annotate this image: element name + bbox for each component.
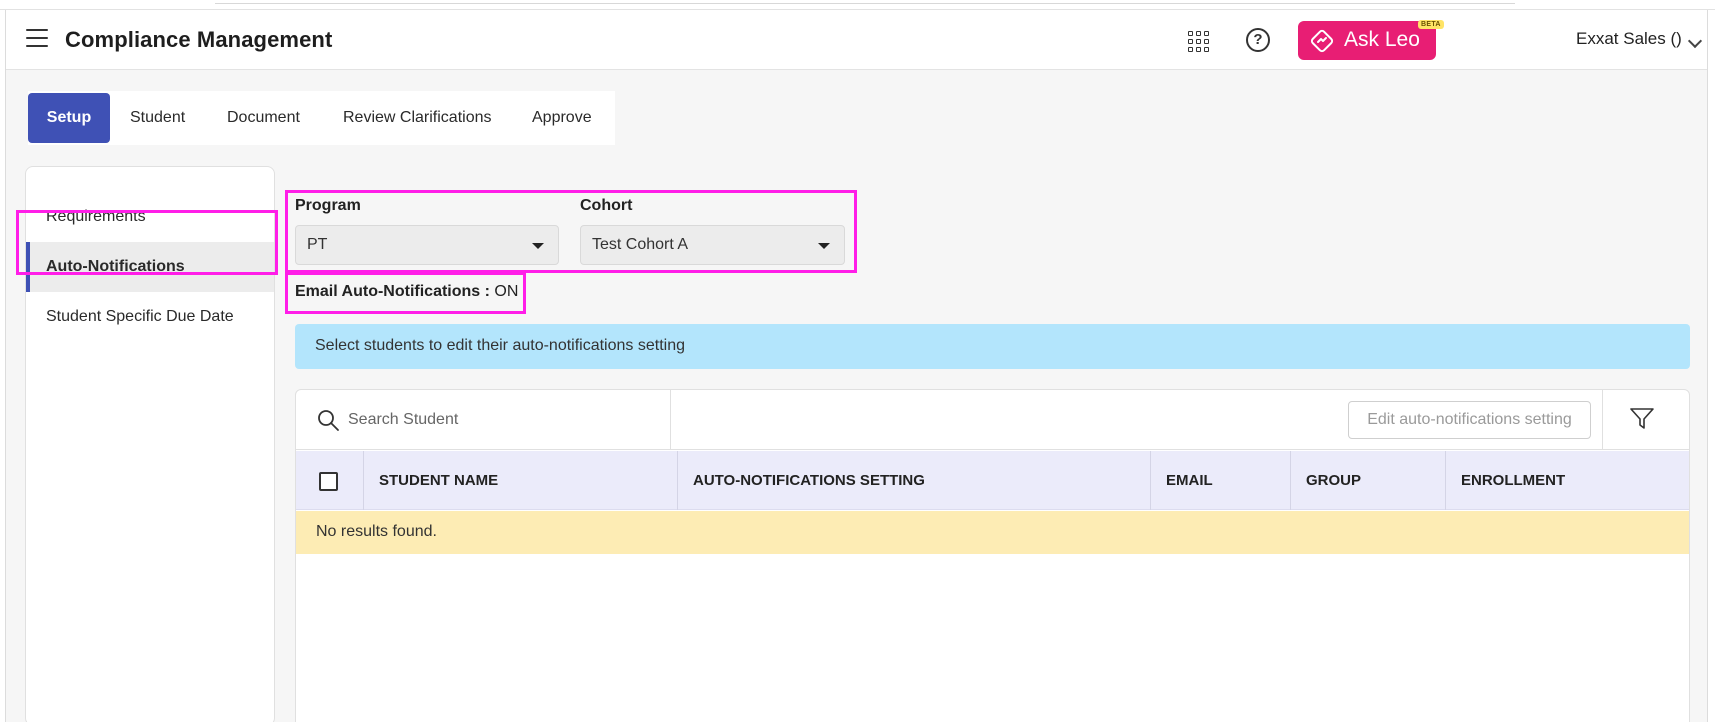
table-toolbar: Edit auto-notifications setting [296, 390, 1689, 450]
hamburger-menu-icon[interactable] [26, 29, 48, 49]
no-results-text: No results found. [316, 523, 437, 540]
tab-student[interactable]: Student [130, 93, 185, 143]
sidebar-item-auto-notifications[interactable]: Auto-Notifications [26, 242, 274, 292]
help-icon[interactable]: ? [1246, 28, 1270, 52]
table-header: STUDENT NAME AUTO-NOTIFICATIONS SETTING … [296, 451, 1689, 510]
tab-review-clarifications[interactable]: Review Clarifications [343, 93, 492, 143]
browser-tab-line [215, 0, 1515, 4]
search-student-input[interactable] [348, 406, 648, 434]
sidebar-item-requirements[interactable]: Requirements [26, 192, 274, 242]
program-select-value: PT [307, 236, 328, 253]
search-icon [318, 410, 339, 431]
ask-leo-button[interactable]: Ask Leo [1298, 21, 1436, 60]
tab-setup[interactable]: Setup [28, 93, 110, 143]
edit-auto-notifications-button[interactable]: Edit auto-notifications setting [1348, 401, 1591, 439]
search-box [296, 390, 671, 450]
cohort-label: Cohort [580, 197, 633, 214]
chevron-down-icon[interactable] [1687, 33, 1703, 49]
app-title: Compliance Management [65, 27, 333, 52]
info-banner: Select students to edit their auto-notif… [295, 324, 1690, 369]
column-header-student-name[interactable]: STUDENT NAME [364, 451, 678, 510]
apps-grid-icon[interactable] [1186, 29, 1210, 53]
user-menu-name[interactable]: Exxat Sales () [1576, 29, 1682, 49]
filter-button[interactable] [1602, 390, 1689, 450]
browser-top-strip [0, 0, 1715, 10]
column-header-auto-notifications-setting[interactable]: AUTO-NOTIFICATIONS SETTING [678, 451, 1151, 510]
right-edge [1707, 10, 1715, 722]
info-banner-text: Select students to edit their auto-notif… [315, 337, 685, 354]
program-label: Program [295, 197, 361, 214]
tab-document[interactable]: Document [227, 93, 300, 143]
program-select[interactable]: PT [295, 225, 559, 265]
ask-leo-label: Ask Leo [1344, 28, 1420, 51]
setup-sidebar: Requirements Auto-Notifications Student … [25, 166, 275, 722]
filter-icon [1630, 408, 1654, 429]
email-auto-notifications-status: Email Auto-Notifications : ON [295, 283, 518, 301]
app-header: Compliance Management ? Ask Leo BETA Exx… [6, 10, 1707, 70]
main-tabs: Setup Student Document Review Clarificat… [28, 91, 615, 145]
no-results-row: No results found. [296, 511, 1689, 554]
tab-approve[interactable]: Approve [532, 93, 592, 143]
column-header-enrollment[interactable]: ENROLLMENT [1446, 451, 1689, 510]
email-status-label: Email Auto-Notifications : [295, 283, 490, 300]
caret-down-icon [532, 243, 544, 249]
students-table-card: Edit auto-notifications setting STUDENT … [295, 389, 1690, 722]
email-status-value: ON [494, 283, 519, 300]
column-header-email[interactable]: EMAIL [1151, 451, 1291, 510]
left-edge [0, 10, 6, 722]
beta-badge: BETA [1418, 20, 1444, 29]
caret-down-icon [818, 243, 830, 249]
leo-logo-icon [1310, 29, 1334, 53]
cohort-select[interactable]: Test Cohort A [580, 225, 845, 265]
column-header-group[interactable]: GROUP [1291, 451, 1446, 510]
select-all-checkbox[interactable] [319, 472, 338, 491]
cohort-select-value: Test Cohort A [592, 236, 689, 253]
select-all-cell [296, 451, 364, 510]
sidebar-item-student-specific-due-date[interactable]: Student Specific Due Date [26, 292, 274, 342]
